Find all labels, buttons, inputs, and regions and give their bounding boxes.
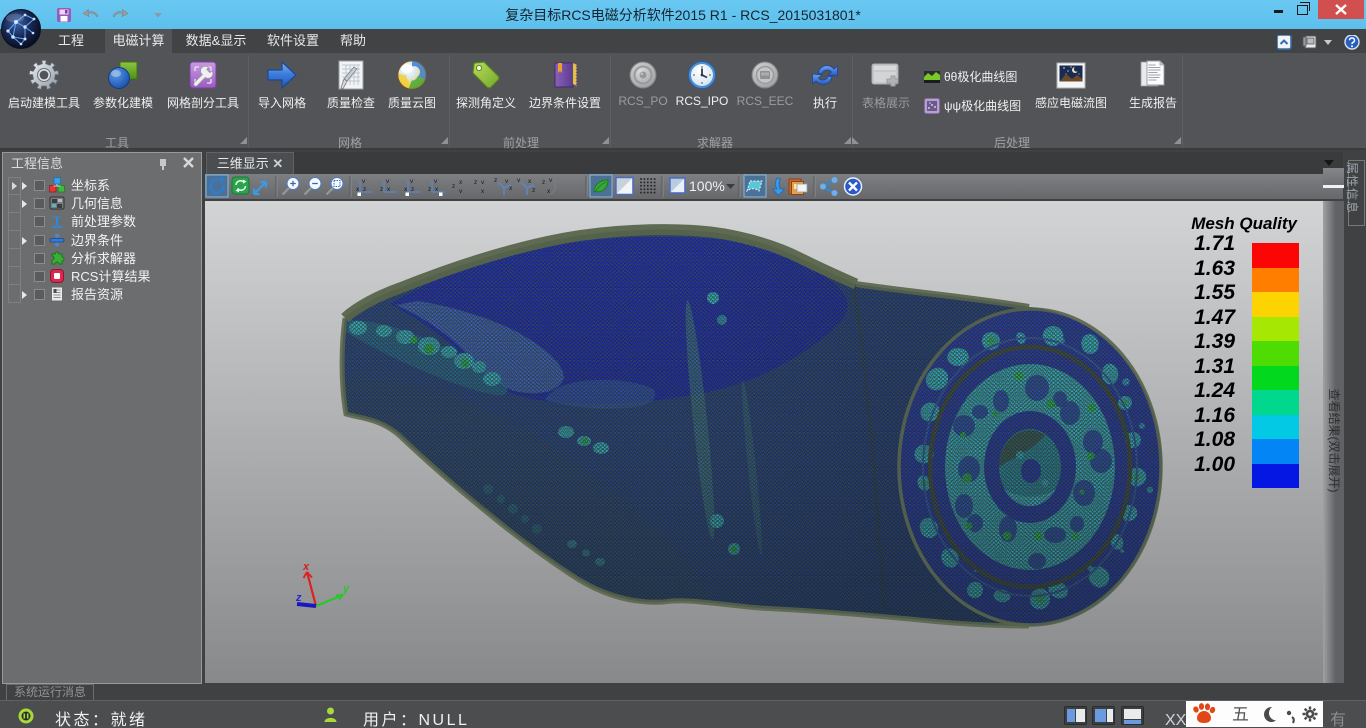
svg-text:z: z bbox=[428, 186, 431, 193]
svg-text:z: z bbox=[363, 186, 366, 193]
svg-text:z: z bbox=[295, 592, 302, 604]
svg-text:z: z bbox=[494, 177, 497, 184]
svg-text:y: y bbox=[342, 583, 350, 595]
svg-text:z: z bbox=[532, 187, 535, 194]
svg-text:T: T bbox=[53, 213, 62, 228]
svg-text:x: x bbox=[302, 561, 310, 573]
svg-text:z: z bbox=[542, 179, 545, 186]
svg-text:100%: 100% bbox=[689, 178, 725, 194]
svg-text:z: z bbox=[474, 179, 477, 186]
svg-text:z: z bbox=[411, 186, 414, 193]
svg-text:五: 五 bbox=[1232, 705, 1249, 724]
svg-text:z: z bbox=[452, 183, 455, 190]
svg-text:z: z bbox=[380, 186, 383, 193]
